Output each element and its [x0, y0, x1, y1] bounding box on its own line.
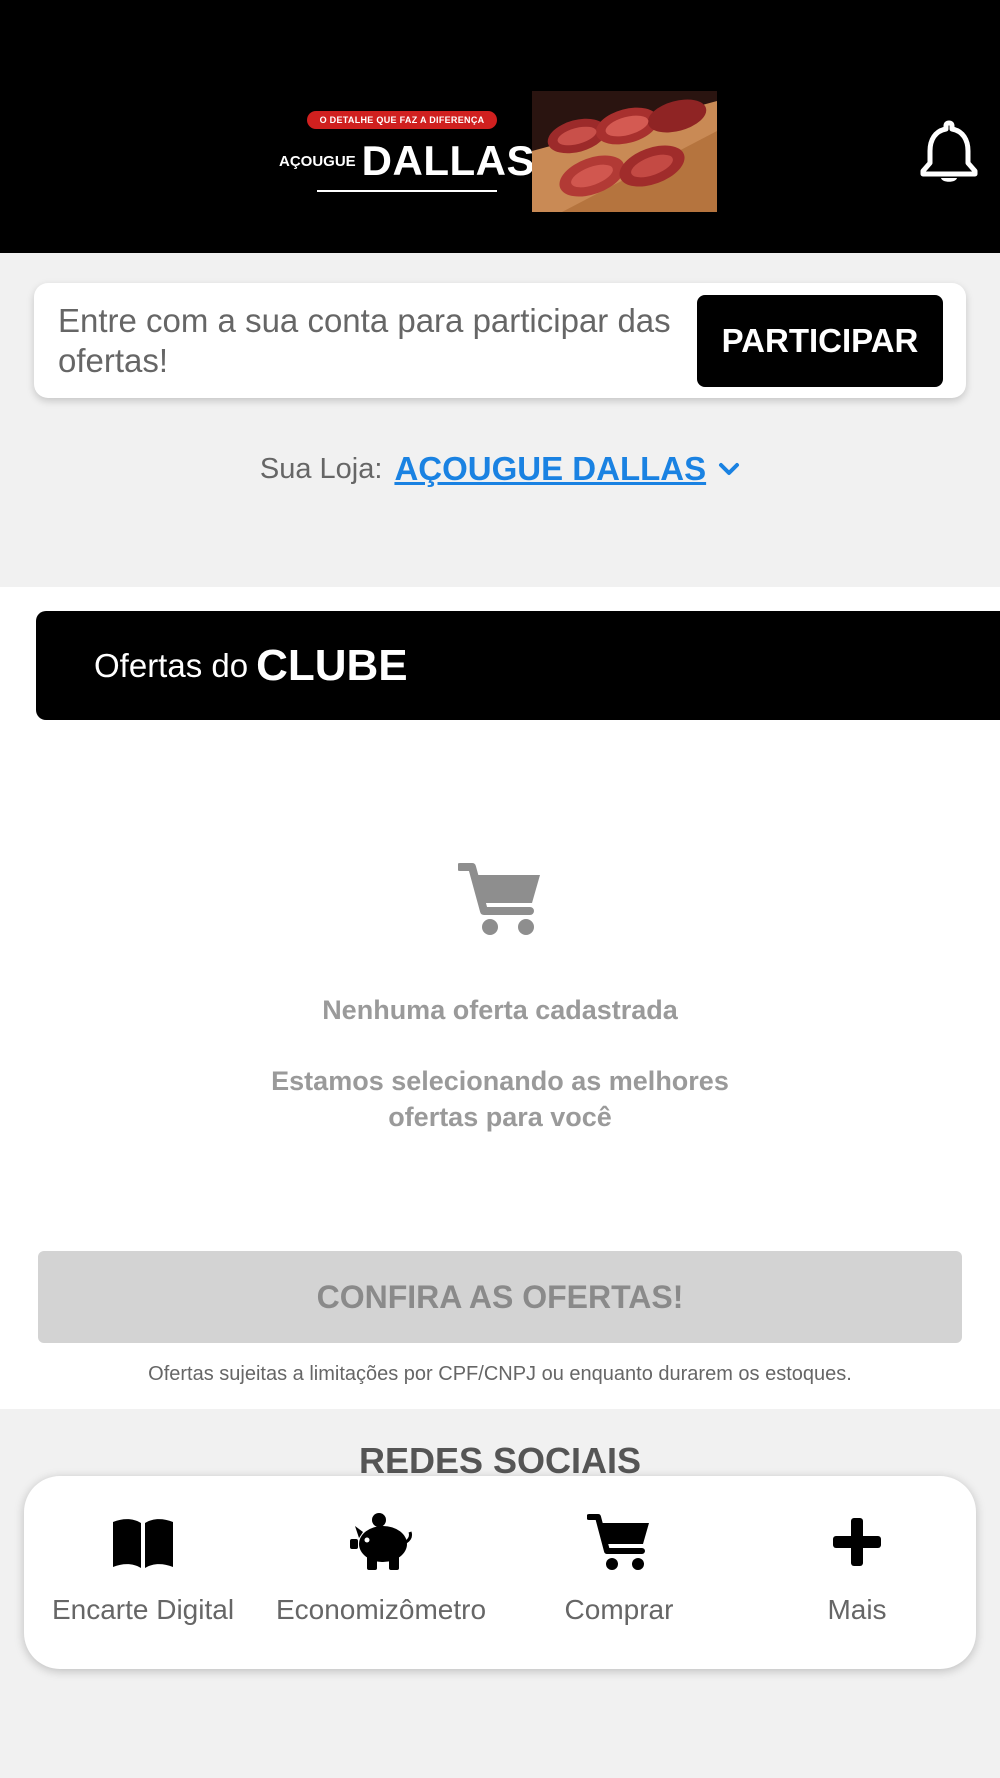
- logo-tagline: O DETALHE QUE FAZ A DIFERENÇA: [307, 111, 497, 129]
- logo-prefix: AÇOUGUE: [279, 152, 356, 170]
- nav-item-comprar[interactable]: Comprar: [500, 1476, 738, 1669]
- confira-ofertas-button[interactable]: CONFIRA AS OFERTAS!: [38, 1251, 962, 1343]
- empty-state-subtitle: Estamos selecionando as melhores ofertas…: [271, 1066, 729, 1132]
- meat-photo: [532, 91, 717, 212]
- logo-divider: [317, 190, 497, 192]
- chevron-down-icon[interactable]: [718, 458, 740, 480]
- club-prefix: Ofertas do: [94, 646, 249, 684]
- nav-label: Encarte Digital: [51, 1594, 235, 1625]
- book-icon: [111, 1512, 175, 1572]
- empty-state-title: Nenhuma oferta cadastrada: [322, 995, 678, 1025]
- nav-label: Comprar: [564, 1594, 674, 1625]
- logo-wordmark: O DETALHE QUE FAZ A DIFERENÇA AÇOUGUE DA…: [279, 91, 534, 212]
- offers-disclaimer: Ofertas sujeitas a limitações por CPF/CN…: [148, 1363, 852, 1385]
- club-title: CLUBE: [256, 640, 408, 690]
- store-logo: O DETALHE QUE FAZ A DIFERENÇA AÇOUGUE DA…: [279, 91, 717, 212]
- participar-button[interactable]: PARTICIPAR: [697, 295, 943, 387]
- bell-icon[interactable]: [918, 119, 980, 185]
- nav-item-mais[interactable]: Mais: [738, 1476, 976, 1669]
- piggy-bank-icon: [349, 1512, 413, 1572]
- club-banner: Ofertas do CLUBE: [36, 611, 1000, 720]
- app-header: O DETALHE QUE FAZ A DIFERENÇA AÇOUGUE DA…: [0, 0, 1000, 253]
- store-name-link[interactable]: AÇOUGUE DALLAS: [394, 450, 706, 488]
- store-label: Sua Loja:: [259, 452, 383, 485]
- cart-icon: [456, 861, 542, 937]
- nav-item-economizometro[interactable]: Economizômetro: [262, 1476, 500, 1669]
- logo-name: DALLAS: [361, 137, 535, 184]
- login-prompt: Entre com a sua conta para participar da…: [58, 302, 671, 379]
- nav-label: Mais: [827, 1594, 887, 1625]
- cart-icon: [586, 1512, 651, 1572]
- bottom-nav: Encarte Digital Economizômetro Comprar M…: [24, 1476, 976, 1669]
- store-selector: Sua Loja: AÇOUGUE DALLAS: [0, 450, 1000, 488]
- offers-section: Ofertas do CLUBE Nenhuma oferta cadastra…: [0, 587, 1000, 1409]
- nav-label: Economizômetro: [275, 1594, 487, 1625]
- plus-icon: [825, 1512, 889, 1572]
- login-card: Entre com a sua conta para participar da…: [34, 283, 966, 398]
- nav-item-encarte-digital[interactable]: Encarte Digital: [24, 1476, 262, 1669]
